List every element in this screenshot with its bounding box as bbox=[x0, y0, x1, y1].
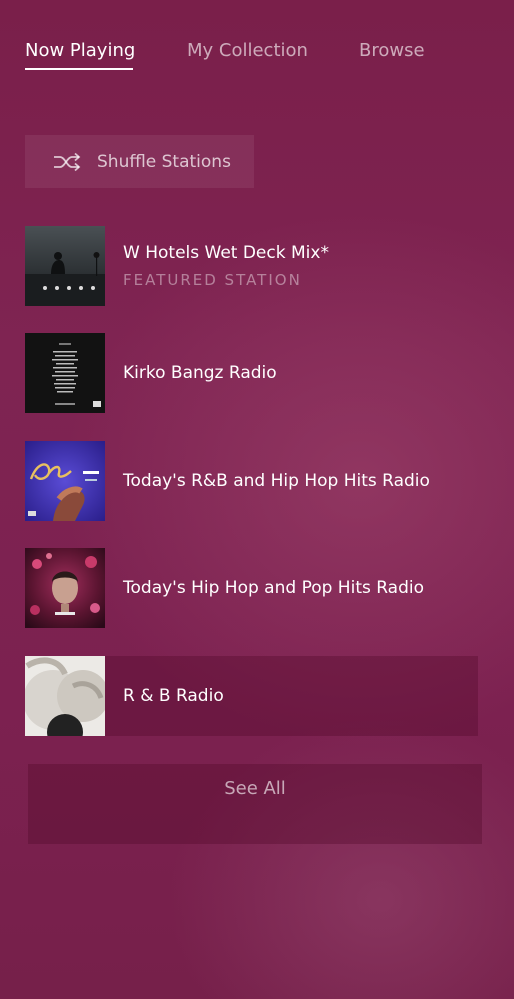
tab-my-collection-label: My Collection bbox=[187, 40, 308, 61]
shuffle-stations-label: Shuffle Stations bbox=[97, 151, 231, 172]
station-row[interactable]: Today's Hip Hop and Pop Hits Radio bbox=[25, 548, 478, 628]
see-all-label: See All bbox=[224, 778, 286, 799]
station-title: Today's R&B and Hip Hop Hits Radio bbox=[123, 471, 430, 491]
station-title: W Hotels Wet Deck Mix* bbox=[123, 243, 329, 263]
station-row[interactable]: R & B Radio bbox=[25, 656, 478, 736]
tab-now-playing[interactable]: Now Playing bbox=[25, 40, 136, 70]
station-row[interactable]: Today's R&B and Hip Hop Hits Radio bbox=[25, 441, 478, 521]
station-artwork bbox=[25, 656, 105, 736]
tab-browse-label: Browse bbox=[359, 40, 425, 61]
station-artwork bbox=[25, 226, 105, 306]
station-artwork bbox=[25, 441, 105, 521]
featured-station-label: FEATURED STATION bbox=[123, 271, 302, 289]
tab-my-collection[interactable]: My Collection bbox=[187, 40, 308, 61]
station-artwork bbox=[25, 333, 105, 413]
shuffle-icon bbox=[53, 152, 81, 172]
station-title: R & B Radio bbox=[123, 686, 224, 706]
shuffle-stations-button[interactable]: Shuffle Stations bbox=[25, 135, 254, 188]
station-title: Kirko Bangz Radio bbox=[123, 363, 277, 383]
station-row[interactable]: W Hotels Wet Deck Mix* FEATURED STATION bbox=[25, 226, 478, 306]
station-row[interactable]: Kirko Bangz Radio bbox=[25, 333, 478, 413]
tab-browse[interactable]: Browse bbox=[359, 40, 425, 61]
see-all-button[interactable]: See All bbox=[28, 764, 482, 844]
station-artwork bbox=[25, 548, 105, 628]
tab-bar: Now Playing My Collection Browse bbox=[25, 40, 495, 76]
station-title: Today's Hip Hop and Pop Hits Radio bbox=[123, 578, 425, 598]
active-tab-indicator bbox=[25, 68, 133, 70]
tab-now-playing-label: Now Playing bbox=[25, 40, 136, 61]
